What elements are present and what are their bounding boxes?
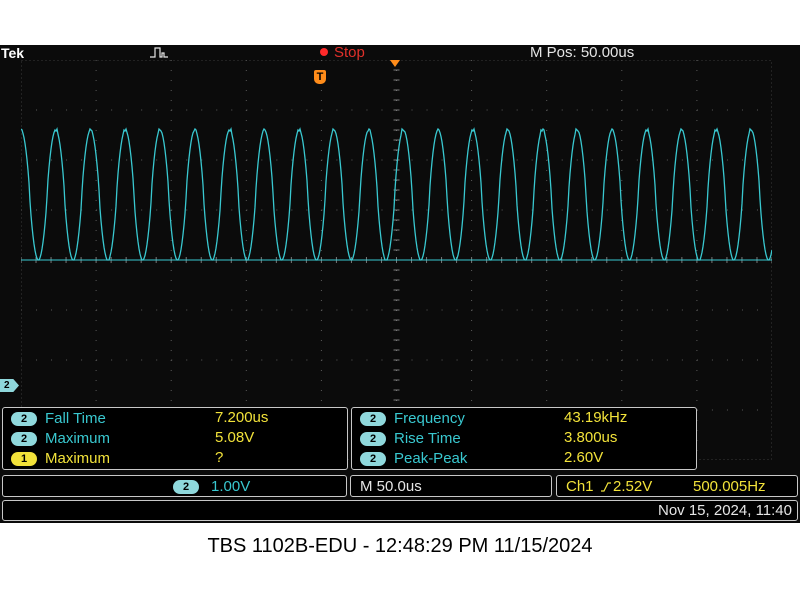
measurement-name: Rise Time [394, 430, 461, 447]
ch2-ground-marker-icon[interactable]: 2 [0, 379, 19, 392]
acquisition-pulse-icon [150, 47, 168, 58]
channel-badge: 2 [360, 412, 386, 426]
channel-badge: 2 [11, 412, 37, 426]
channel-badge: 2 [360, 432, 386, 446]
measurement-name: Frequency [394, 410, 465, 427]
stop-indicator-icon [320, 48, 328, 56]
measurement-name: Peak-Peak [394, 450, 468, 467]
measurement-value: 43.19kHz [564, 409, 628, 426]
trigger-frequency: 500.005Hz [693, 478, 766, 495]
vertical-scale-bar[interactable]: 2 1.00V [2, 475, 347, 497]
channel-badge: 1 [11, 452, 37, 466]
graticule-grid [21, 60, 772, 460]
measurement-value: 2.60V [564, 449, 604, 466]
measurement-row[interactable]: 1 Maximum ? [3, 449, 347, 469]
timebase-readout: M 50.0us [360, 478, 422, 495]
measurement-name: Maximum [45, 450, 111, 467]
oscilloscope-screen: Tek Stop M Pos: 50.00us T 2 2 Fall Time … [0, 45, 800, 523]
datetime-readout: Nov 15, 2024, 11:40 [658, 502, 792, 519]
channel-badge: 2 [360, 452, 386, 466]
brand-logo: Tek [1, 45, 25, 61]
measurements-panel-right[interactable]: 2 Frequency 43.19kHz 2 Rise Time 3.800us… [351, 407, 697, 470]
run-state-label[interactable]: Stop [334, 45, 365, 61]
measurement-value: 7.200us [215, 409, 269, 426]
measurement-row[interactable]: 2 Fall Time 7.200us [3, 409, 347, 429]
graticule [21, 60, 772, 460]
horizontal-position-readout: M Pos: 50.00us [530, 44, 635, 61]
ch2-volts-per-div: 1.00V [211, 478, 251, 495]
trigger-marker-icon[interactable]: T [314, 70, 326, 84]
datetime-bar: Nov 15, 2024, 11:40 [2, 500, 798, 521]
channel-badge: 2 [11, 432, 37, 446]
trigger-level: 2.52V [613, 478, 653, 495]
measurement-row[interactable]: 2 Maximum 5.08V [3, 429, 347, 449]
measurement-row[interactable]: 2 Frequency 43.19kHz [352, 409, 696, 429]
waveform-display [21, 60, 772, 460]
rising-edge-icon [601, 482, 611, 492]
measurement-value: ? [215, 449, 224, 466]
measurement-value: 5.08V [215, 429, 255, 446]
trigger-source: Ch1 [566, 478, 594, 495]
measurement-name: Maximum [45, 430, 111, 447]
channel-badge: 2 [173, 480, 199, 494]
trigger-position-marker-icon[interactable] [390, 60, 400, 67]
measurements-panel-left[interactable]: 2 Fall Time 7.200us 2 Maximum 5.08V 1 Ma… [2, 407, 348, 470]
measurement-row[interactable]: 2 Rise Time 3.800us [352, 429, 696, 449]
measurement-value: 3.800us [564, 429, 618, 446]
horizontal-scale-bar[interactable]: M 50.0us [350, 475, 552, 497]
screenshot-caption: TBS 1102B-EDU - 12:48:29 PM 11/15/2024 [207, 535, 593, 557]
measurement-name: Fall Time [45, 410, 106, 427]
measurement-row[interactable]: 2 Peak-Peak 2.60V [352, 449, 696, 469]
trigger-bar[interactable]: Ch1 2.52V 500.005Hz [556, 475, 798, 497]
